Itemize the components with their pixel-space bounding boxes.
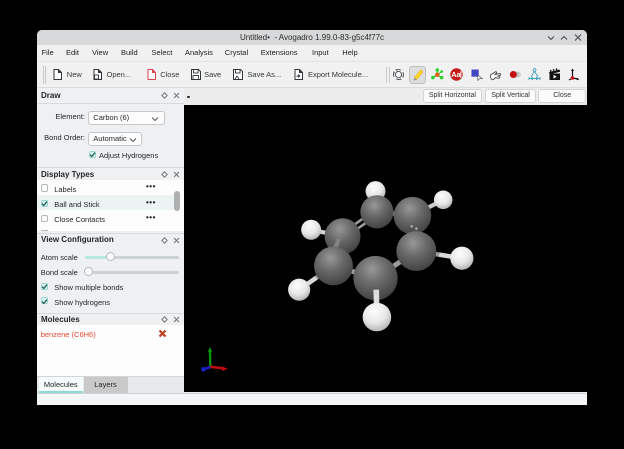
- svg-text:Aa: Aa: [451, 70, 461, 79]
